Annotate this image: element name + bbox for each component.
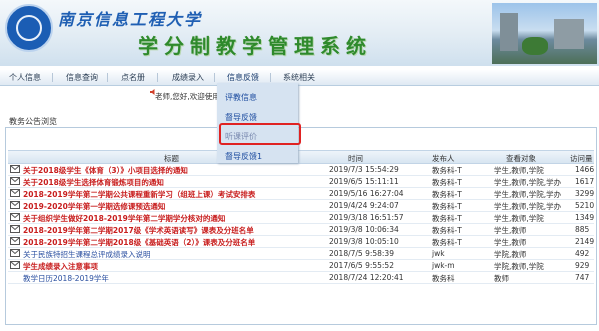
notice-publisher: 教务科-T	[432, 166, 462, 175]
notice-publisher: 教务科-T	[432, 226, 462, 235]
notice-views: 747	[575, 273, 590, 282]
notice-title-link[interactable]: 学生成绩录入注意事项	[23, 261, 98, 272]
notice-audience: 学院,教师	[494, 250, 527, 259]
table-row[interactable]: 学生成绩录入注意事项 2017/6/5 9:55:52 jwk-m 学院,教师,…	[8, 260, 594, 272]
notice-audience: 学生,教师,学院,学办	[494, 202, 562, 211]
notice-panel: 标题 时间 发布人 查看对象 访问量 关于2018级学生《体育（3）》小项目选择…	[5, 127, 597, 325]
notice-time: 2019/3/8 10:06:34	[329, 225, 399, 234]
column-header-publisher: 发布人	[432, 154, 455, 163]
university-logo-icon	[5, 4, 53, 52]
table-row[interactable]: 关于2018级学生选择体育锻炼项目的通知 2019/6/5 15:11:11 教…	[8, 176, 594, 188]
column-header-title: 标题	[164, 154, 179, 163]
notice-time: 2019/6/5 15:11:11	[329, 177, 399, 186]
notice-audience: 学生,教师,学院,学办	[494, 190, 562, 199]
nav-item-grade-entry[interactable]: 成绩录入	[172, 72, 204, 83]
system-name: 学分制教学管理系统	[138, 34, 372, 58]
notice-views: 1617	[575, 177, 595, 186]
nav-separator	[270, 73, 271, 82]
notice-title-link[interactable]: 关于2018级学生选择体育锻炼项目的通知	[23, 177, 164, 188]
notice-audience: 学生,教师,学院,学办	[494, 178, 562, 187]
highlight-box	[219, 123, 301, 145]
notice-views: 885	[575, 225, 590, 234]
notice-time: 2019/3/8 10:05:10	[329, 237, 399, 246]
menu-item-supervision-feedback[interactable]: 督导反馈	[225, 112, 257, 123]
notice-views: 1349	[575, 213, 595, 222]
notice-views: 929	[575, 261, 590, 270]
mail-icon	[10, 261, 20, 269]
section-title: 教务公告浏览	[9, 117, 57, 126]
notice-publisher: 教务科-T	[432, 214, 462, 223]
notice-title-link[interactable]: 关于组织学生做好2018-2019学年第二学期学分核对的通知	[23, 213, 225, 224]
notice-time: 2018/7/24 12:20:41	[329, 273, 404, 282]
notice-publisher: 教务科-T	[432, 190, 462, 199]
notice-publisher: 教务科-T	[432, 238, 462, 247]
notice-audience: 学生,教师,学院	[494, 166, 544, 175]
notice-title-link[interactable]: 2018-2019学年第二学期2018级《基础英语（2）》课表及分班名单	[23, 237, 255, 248]
notice-audience: 学生,教师,学院	[494, 214, 544, 223]
menu-item-supervision-feedback-1[interactable]: 督导反馈1	[225, 151, 262, 162]
notice-title-link[interactable]: 教学日历2018-2019学年	[23, 273, 109, 284]
notice-publisher: jwk	[432, 249, 445, 258]
notice-views: 492	[575, 249, 590, 258]
nav-item-personal-info[interactable]: 个人信息	[9, 72, 41, 83]
mail-icon	[10, 165, 20, 173]
notice-views: 3299	[575, 189, 595, 198]
notice-title-link[interactable]: 关于民族特招生课程总评成绩录入说明	[23, 249, 151, 260]
nav-item-feedback[interactable]: 信息反馈	[227, 72, 259, 83]
table-row[interactable]: 关于2018级学生《体育（3）》小项目选择的通知 2019/7/3 15:54:…	[8, 164, 594, 176]
notice-views: 2149	[575, 237, 595, 246]
nav-item-info-query[interactable]: 信息查询	[66, 72, 98, 83]
notice-publisher: 教务科-T	[432, 178, 462, 187]
nav-separator	[214, 73, 215, 82]
notice-title-link[interactable]: 关于2018级学生《体育（3）》小项目选择的通知	[23, 165, 188, 176]
mail-icon	[10, 177, 20, 185]
mail-icon	[10, 201, 20, 209]
column-header-time: 时间	[348, 154, 363, 163]
table-row[interactable]: 关于组织学生做好2018-2019学年第二学期学分核对的通知 2019/3/18…	[8, 212, 594, 224]
notice-audience: 学生,教师	[494, 226, 527, 235]
menu-item-teaching-evaluation[interactable]: 评教信息	[225, 92, 257, 103]
notice-title-link[interactable]: 2019-2020学年第一学期选修课预选通知	[23, 201, 165, 212]
notice-publisher: 教务科	[432, 274, 455, 283]
header-banner: 南京信息工程大学 学分制教学管理系统	[0, 0, 599, 66]
main-nav: 个人信息 信息查询 点名册 成绩录入 信息反馈 系统相关	[0, 70, 599, 86]
table-header: 标题 时间 发布人 查看对象 访问量	[8, 150, 594, 164]
nav-separator	[157, 73, 158, 82]
nav-item-roster[interactable]: 点名册	[121, 72, 145, 83]
notice-audience: 学生,教师	[494, 238, 527, 247]
notice-time: 2019/3/18 16:51:57	[329, 213, 404, 222]
notice-audience: 教师	[494, 274, 509, 283]
notice-title-link[interactable]: 2018-2019学年第二学期2017级《学术英语读写》课表及分班名单	[23, 225, 254, 236]
school-name: 南京信息工程大学	[58, 10, 203, 29]
notice-views: 1466	[575, 165, 595, 174]
column-header-audience: 查看对象	[506, 154, 536, 163]
campus-photo	[492, 3, 597, 64]
table-row[interactable]: 2019-2020学年第一学期选修课预选通知 2019/4/24 9:24:07…	[8, 200, 594, 212]
mail-icon	[10, 237, 20, 245]
notice-time: 2017/6/5 9:55:52	[329, 261, 394, 270]
nav-item-system[interactable]: 系统相关	[283, 72, 315, 83]
mail-icon	[10, 213, 20, 221]
table-row[interactable]: 教学日历2018-2019学年 2018/7/24 12:20:41 教务科 教…	[8, 272, 594, 284]
notice-time: 2019/4/24 9:24:07	[329, 201, 399, 210]
table-row[interactable]: 2018-2019学年第二学期2017级《学术英语读写》课表及分班名单 2019…	[8, 224, 594, 236]
mail-icon	[10, 189, 20, 197]
nav-separator	[107, 73, 108, 82]
column-header-views: 访问量	[570, 154, 593, 163]
mail-icon	[10, 225, 20, 233]
table-row[interactable]: 2018-2019学年第二学期2018级《基础英语（2）》课表及分班名单 201…	[8, 236, 594, 248]
notice-views: 5210	[575, 201, 595, 210]
notice-time: 2019/7/3 15:54:29	[329, 165, 399, 174]
notice-time: 2018/7/5 9:58:39	[329, 249, 394, 258]
table-row[interactable]: 关于民族特招生课程总评成绩录入说明 2018/7/5 9:58:39 jwk 学…	[8, 248, 594, 260]
notice-publisher: 教务科-T	[432, 202, 462, 211]
notice-audience: 学院,教师,学院	[494, 262, 544, 271]
notice-title-link[interactable]: 2018-2019学年第二学期公共课程重新学习（组班上课）考试安排表	[23, 189, 255, 200]
nav-separator	[52, 73, 53, 82]
notice-publisher: jwk-m	[432, 261, 455, 270]
mail-icon	[10, 249, 20, 257]
table-row[interactable]: 2018-2019学年第二学期公共课程重新学习（组班上课）考试安排表 2019/…	[8, 188, 594, 200]
notice-time: 2019/5/16 16:27:04	[329, 189, 404, 198]
